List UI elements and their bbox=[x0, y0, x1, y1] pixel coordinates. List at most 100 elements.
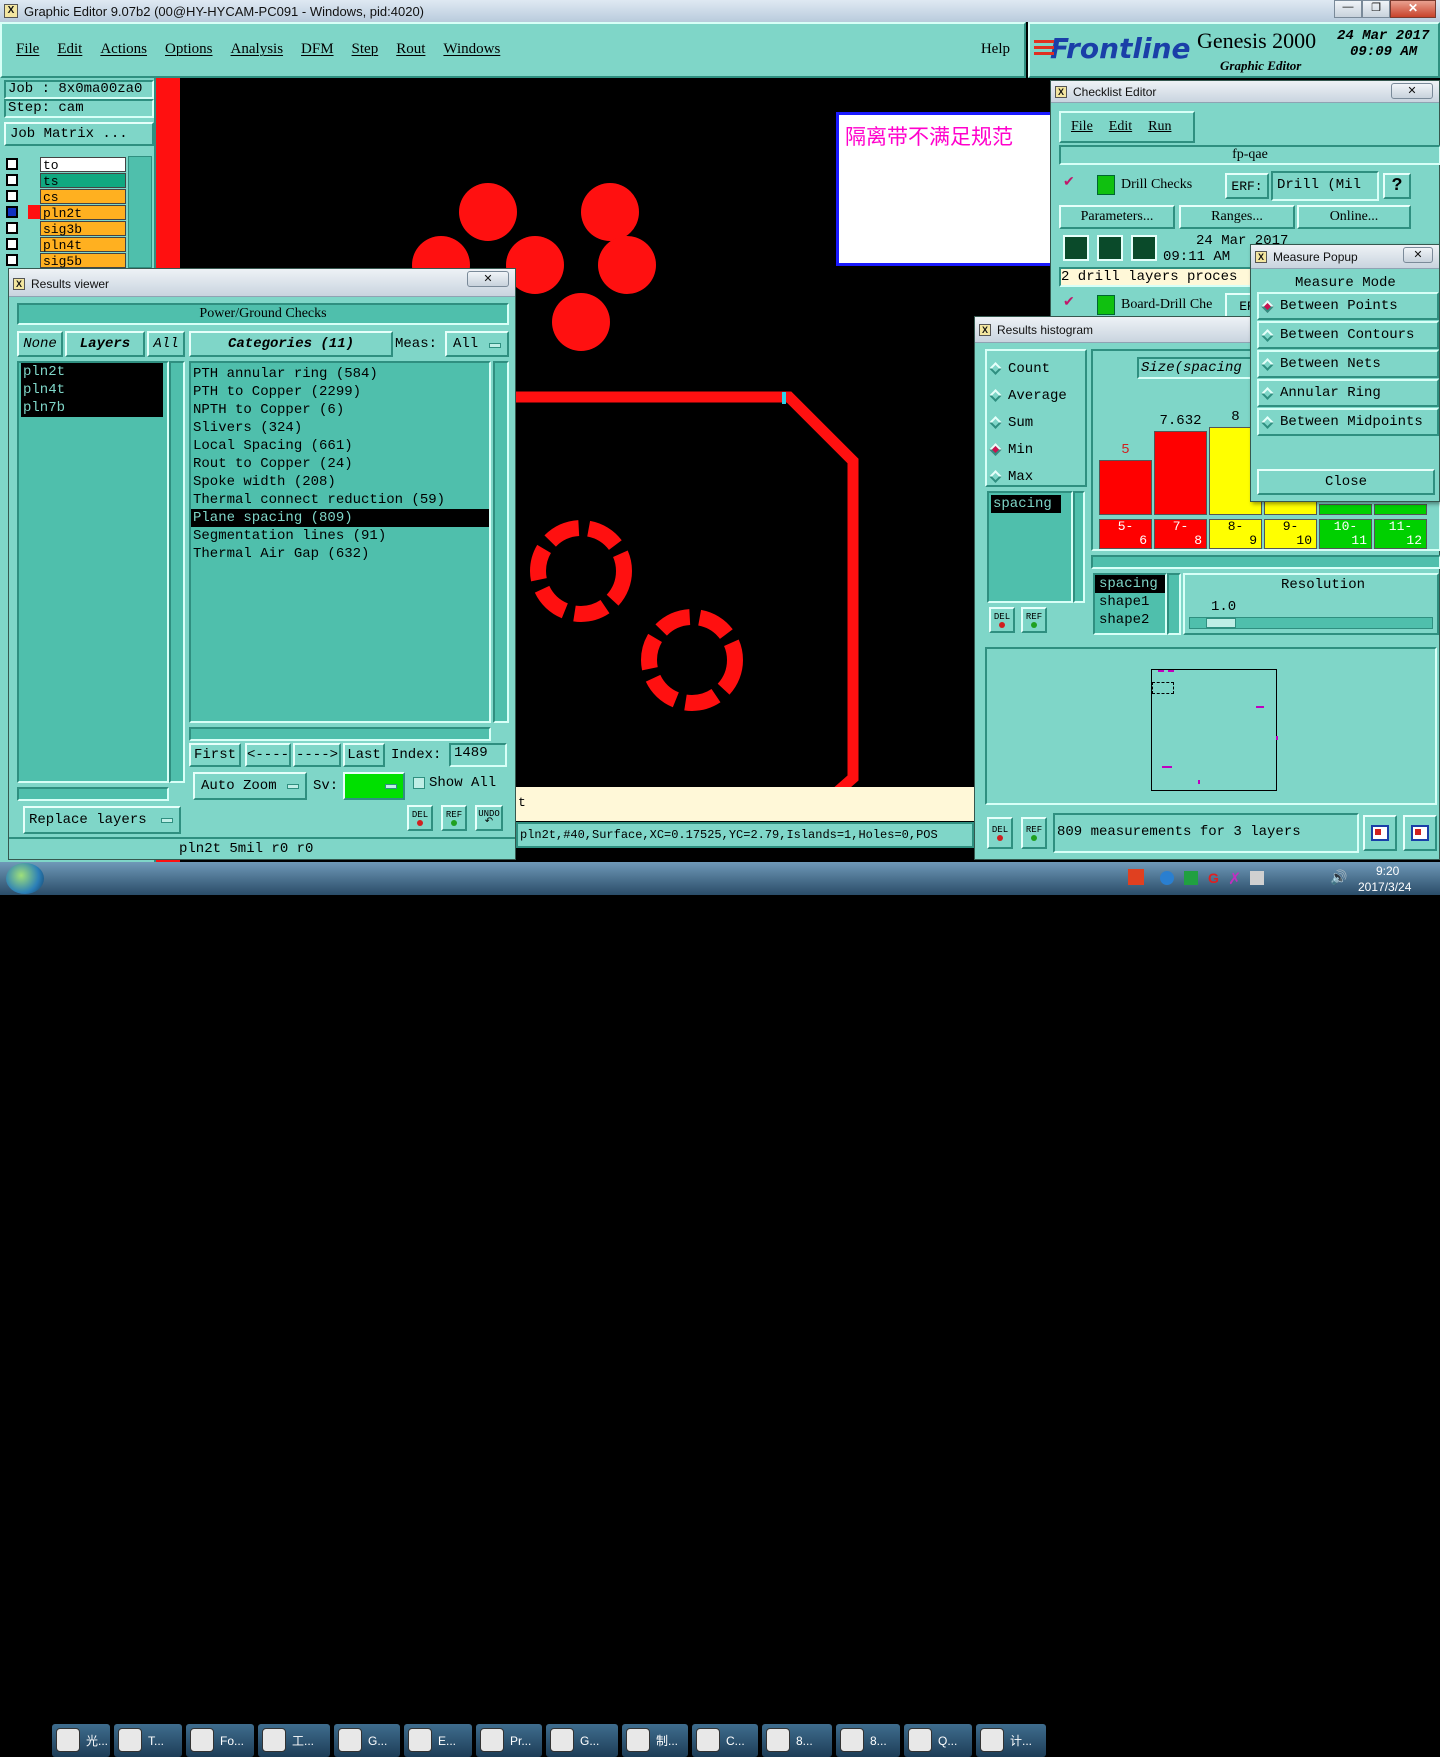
next-button[interactable]: ----> bbox=[293, 743, 341, 767]
layer-checkbox[interactable] bbox=[6, 158, 18, 170]
stat-option-count[interactable]: Count bbox=[987, 355, 1085, 382]
category-item[interactable]: Thermal Air Gap (632) bbox=[191, 545, 489, 563]
job-matrix-button[interactable]: Job Matrix ... bbox=[4, 122, 154, 146]
parameters-button[interactable]: Parameters... bbox=[1059, 205, 1175, 229]
hist-ref-button-2[interactable]: REF bbox=[1021, 817, 1047, 849]
clock-date[interactable]: 2017/3/24 bbox=[1358, 880, 1411, 894]
menu-analysis[interactable]: Analysis bbox=[231, 41, 284, 58]
layer-row[interactable]: pln4t bbox=[6, 236, 126, 253]
category-item[interactable]: Rout to Copper (24) bbox=[191, 455, 489, 473]
result-layer-item[interactable]: pln2t bbox=[21, 363, 163, 381]
undo-button[interactable]: UNDO ↶ bbox=[475, 805, 503, 831]
histogram-bar[interactable] bbox=[1154, 431, 1207, 515]
taskbar-item[interactable]: 光... bbox=[52, 1724, 110, 1757]
meas-select[interactable]: All bbox=[445, 331, 509, 357]
categories-hscroll[interactable] bbox=[189, 727, 491, 741]
category-item[interactable]: Thermal connect reduction (59) bbox=[191, 491, 489, 509]
tray-icon[interactable] bbox=[1160, 871, 1174, 885]
menu-windows[interactable]: Windows bbox=[443, 41, 500, 58]
menu-file[interactable]: File bbox=[16, 41, 39, 58]
taskbar-item[interactable]: Fo... bbox=[186, 1724, 254, 1757]
left-panel-scroll[interactable] bbox=[128, 156, 152, 268]
stat-option-average[interactable]: Average bbox=[987, 382, 1085, 409]
ref-button[interactable]: REF bbox=[441, 805, 467, 831]
annotation-box[interactable]: 隔离带不满足规范 bbox=[836, 112, 1064, 266]
ranges-button[interactable]: Ranges... bbox=[1179, 205, 1295, 229]
categories-scrollbar[interactable] bbox=[493, 361, 509, 723]
hist-del-button[interactable]: DEL bbox=[989, 607, 1015, 633]
layer-list-scrollbar[interactable] bbox=[169, 361, 185, 783]
slider-thumb[interactable] bbox=[1206, 618, 1236, 628]
taskbar-item[interactable]: 8... bbox=[762, 1724, 832, 1757]
stop-icon[interactable] bbox=[1131, 235, 1157, 261]
results-viewer-close-button[interactable]: ✕ bbox=[467, 271, 509, 287]
layer-name[interactable]: cs bbox=[40, 188, 126, 205]
checklist-close-button[interactable]: ✕ bbox=[1391, 83, 1433, 99]
menu-dfm[interactable]: DFM bbox=[301, 41, 334, 58]
measure-option[interactable]: Between Midpoints bbox=[1257, 408, 1439, 436]
shape-item[interactable]: shape2 bbox=[1095, 611, 1165, 629]
replace-layers-button[interactable]: Replace layers bbox=[23, 806, 181, 834]
layer-row[interactable]: to bbox=[6, 156, 126, 173]
prev-button[interactable]: <---- bbox=[245, 743, 291, 767]
histogram-bar[interactable] bbox=[1099, 460, 1152, 515]
category-item[interactable]: Spoke width (208) bbox=[191, 473, 489, 491]
measure-popup-close-icon[interactable]: ✕ bbox=[1403, 247, 1433, 263]
index-input[interactable]: 1489 bbox=[449, 743, 507, 767]
field-item[interactable]: spacing bbox=[991, 495, 1061, 513]
category-item[interactable]: Local Spacing (661) bbox=[191, 437, 489, 455]
layer-checkbox[interactable] bbox=[6, 174, 18, 186]
measure-option[interactable]: Between Nets bbox=[1257, 350, 1439, 378]
layer-list-hscroll[interactable] bbox=[17, 787, 169, 801]
layer-checkbox[interactable] bbox=[6, 238, 18, 250]
tray-icon[interactable] bbox=[1250, 871, 1264, 885]
speaker-icon[interactable]: 🔊 bbox=[1330, 869, 1347, 886]
layer-checkbox[interactable] bbox=[6, 206, 18, 218]
category-item[interactable]: Slivers (324) bbox=[191, 419, 489, 437]
layer-checkbox[interactable] bbox=[6, 190, 18, 202]
clock-time[interactable]: 9:20 bbox=[1376, 864, 1399, 878]
run-all-icon[interactable] bbox=[1097, 235, 1123, 261]
tray-icon[interactable] bbox=[1184, 871, 1198, 885]
menu-options[interactable]: Options bbox=[165, 41, 213, 58]
results-viewer-titlebar[interactable]: X Results viewer ✕ bbox=[9, 269, 515, 297]
histogram-preview[interactable] bbox=[985, 647, 1437, 805]
shape-item[interactable]: spacing bbox=[1095, 575, 1165, 593]
result-layer-item[interactable]: pln4t bbox=[21, 381, 163, 399]
erf-input[interactable]: Drill (Mil bbox=[1271, 171, 1379, 201]
close-button[interactable]: ✕ bbox=[1390, 0, 1436, 18]
tray-icon[interactable]: ✗ bbox=[1228, 869, 1241, 889]
taskbar-item[interactable]: G... bbox=[334, 1724, 400, 1757]
taskbar-item[interactable]: 工... bbox=[258, 1724, 330, 1757]
resolution-slider[interactable] bbox=[1189, 617, 1433, 629]
category-item[interactable]: PTH to Copper (2299) bbox=[191, 383, 489, 401]
layer-name[interactable]: to bbox=[40, 156, 126, 173]
taskbar-item[interactable]: 计... bbox=[976, 1724, 1046, 1757]
help-button[interactable]: ? bbox=[1383, 173, 1411, 199]
board-drill-label[interactable]: Board-Drill Che bbox=[1121, 297, 1212, 313]
menu-step[interactable]: Step bbox=[352, 41, 379, 58]
severity-select[interactable] bbox=[343, 772, 405, 800]
checklist-menu-file[interactable]: File bbox=[1071, 119, 1093, 141]
hist-ref-button[interactable]: REF bbox=[1021, 607, 1047, 633]
categories-button[interactable]: Categories (11) bbox=[189, 331, 393, 357]
run-icon[interactable] bbox=[1063, 235, 1089, 261]
layer-name[interactable]: sig3b bbox=[40, 220, 126, 237]
histogram-bar[interactable] bbox=[1319, 504, 1372, 515]
none-button[interactable]: None bbox=[17, 331, 63, 357]
checklist-menu-run[interactable]: Run bbox=[1148, 119, 1171, 141]
layer-row[interactable]: pln2t bbox=[6, 204, 126, 221]
layer-row[interactable]: cs bbox=[6, 188, 126, 205]
measure-option[interactable]: Annular Ring bbox=[1257, 379, 1439, 407]
measure-popup-titlebar[interactable]: X Measure Popup ✕ bbox=[1251, 245, 1439, 269]
layer-checkbox[interactable] bbox=[6, 222, 18, 234]
layer-row[interactable]: sig5b bbox=[6, 252, 126, 269]
category-item[interactable]: Segmentation lines (91) bbox=[191, 527, 489, 545]
minimize-button[interactable]: — bbox=[1334, 0, 1362, 18]
hist-del-button-2[interactable]: DEL bbox=[987, 817, 1013, 849]
layer-name[interactable]: pln4t bbox=[40, 236, 126, 253]
category-item[interactable]: Plane spacing (809) bbox=[191, 509, 489, 527]
measure-option[interactable]: Between Points bbox=[1257, 292, 1439, 320]
category-item[interactable]: NPTH to Copper (6) bbox=[191, 401, 489, 419]
taskbar-item[interactable]: C... bbox=[692, 1724, 758, 1757]
